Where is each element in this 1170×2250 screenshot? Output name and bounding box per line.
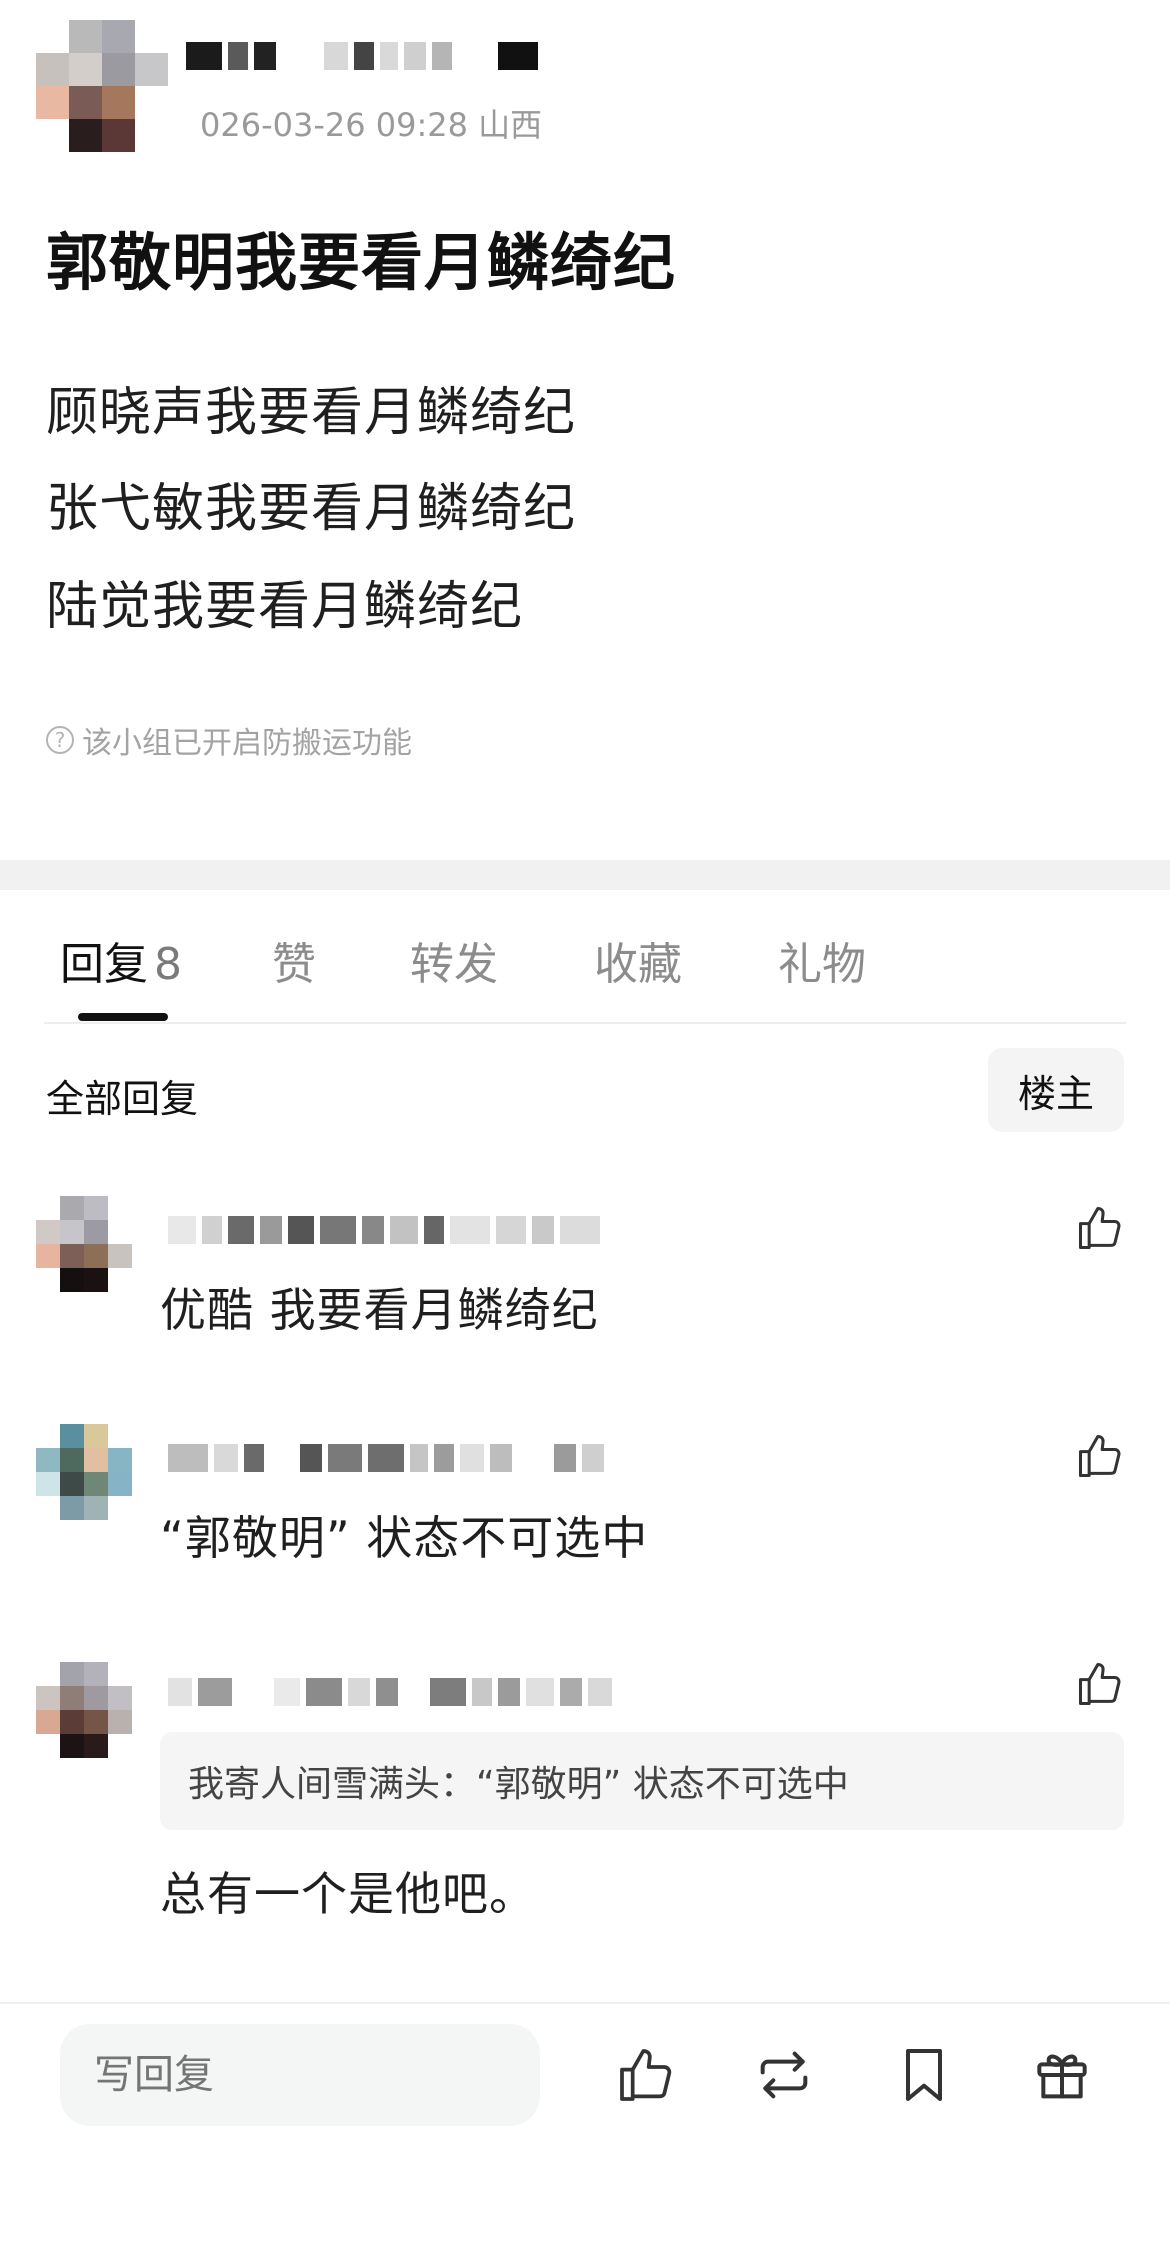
post-title: 郭敬明我要看月鳞绮纪 <box>46 226 677 299</box>
thumbs-up-icon[interactable] <box>1074 1430 1126 1482</box>
reply-avatar[interactable] <box>36 1662 132 1758</box>
quoted-reply[interactable]: 我寄人间雪满头：“郭敬明” 状态不可选中 <box>160 1732 1124 1830</box>
thumbs-up-icon[interactable] <box>1074 1658 1126 1710</box>
notice-text: 该小组已开启防搬运功能 <box>82 726 412 761</box>
bookmark-icon[interactable] <box>892 2043 956 2107</box>
thumbs-up-icon[interactable] <box>1074 1202 1126 1254</box>
reply-input[interactable] <box>60 2024 540 2126</box>
anti-repost-notice[interactable]: ? 该小组已开启防搬运功能 <box>46 718 412 762</box>
bottom-bar-divider <box>0 2002 1170 2004</box>
all-replies-heading: 全部回复 <box>46 1077 199 1121</box>
tab-reposts[interactable]: 转发 <box>410 928 498 992</box>
tab-gifts[interactable]: 礼物 <box>778 928 866 992</box>
tab-favorites[interactable]: 收藏 <box>594 928 682 992</box>
post-line-3: 陆觉我要看月鳞绮纪 <box>46 577 524 637</box>
reply-text: 优酷 我要看月鳞绮纪 <box>160 1283 599 1337</box>
author-avatar[interactable] <box>36 20 168 152</box>
post-line-2: 张弋敏我要看月鳞绮纪 <box>46 479 577 539</box>
gift-icon[interactable] <box>1030 2043 1094 2107</box>
help-circle-icon: ? <box>46 726 74 754</box>
thumbs-up-icon[interactable] <box>614 2043 678 2107</box>
author-name[interactable] <box>186 36 538 76</box>
post-line-1: 顾晓声我要看月鳞绮纪 <box>46 383 577 443</box>
owner-only-button[interactable]: 楼主 <box>988 1048 1124 1132</box>
reply-text: “郭敬明” 状态不可选中 <box>160 1511 649 1565</box>
tab-replies-label: 回复 <box>60 939 148 990</box>
reply-avatar[interactable] <box>36 1424 132 1520</box>
post-meta: 026-03-26 09:28 山西 <box>200 106 543 144</box>
reply-avatar[interactable] <box>36 1196 132 1292</box>
tab-replies[interactable]: 回复 8 <box>60 928 182 992</box>
tab-likes[interactable]: 赞 <box>272 928 316 992</box>
tab-replies-count: 8 <box>154 939 182 990</box>
reply-username[interactable] <box>168 1672 612 1712</box>
reply-username[interactable] <box>168 1210 600 1250</box>
repost-icon[interactable] <box>752 2043 816 2107</box>
active-tab-indicator <box>78 1013 168 1021</box>
reply-text: 总有一个是他吧。 <box>160 1867 536 1921</box>
section-divider <box>0 860 1170 890</box>
tab-divider <box>44 1022 1126 1024</box>
reply-username[interactable] <box>168 1438 604 1478</box>
